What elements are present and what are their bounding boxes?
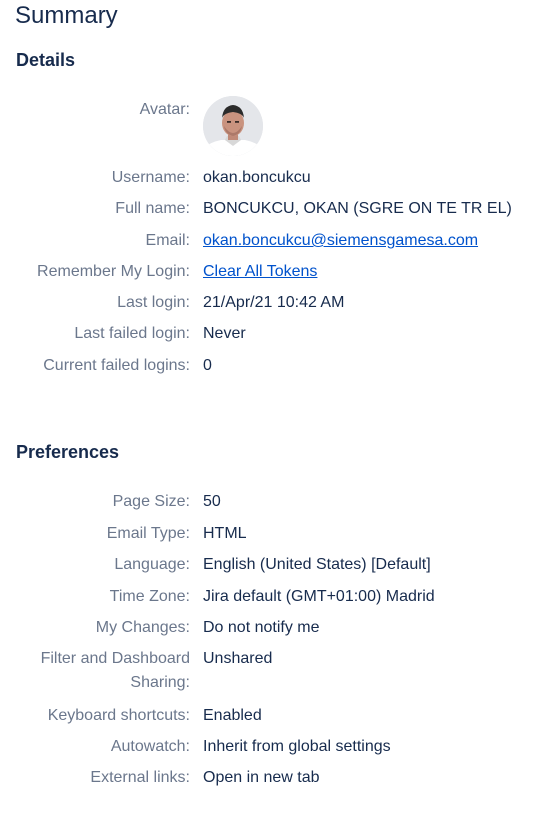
page-title: Summary [15,2,118,29]
autowatch-label: Autowatch: [110,738,190,755]
preferences-section-title: Preferences [16,442,120,462]
username-value: okan.boncukcu [203,169,311,186]
current-failed-logins-label: Current failed logins: [43,357,190,374]
last-failed-login-label: Last failed login: [74,325,190,342]
remember-login-value: Clear All Tokens [203,260,317,284]
my-changes-label: My Changes: [95,619,190,636]
time-zone-value: Jira default (GMT+01:00) Madrid [203,588,435,605]
clear-all-tokens-link[interactable]: Clear All Tokens [203,263,317,280]
last-login-label: Last login: [117,294,190,311]
email-type-value: HTML [203,525,247,542]
avatar-label: Avatar: [139,101,190,118]
page-size-label: Page Size: [112,493,190,510]
autowatch-value: Inherit from global settings [203,738,391,755]
remember-login-label: Remember My Login: [37,263,190,280]
last-login-value: 21/Apr/21 10:42 AM [203,294,345,311]
avatar[interactable] [203,96,263,156]
keyboard-shortcuts-label: Keyboard shortcuts: [47,707,190,724]
details-section-title: Details [16,50,76,70]
keyboard-shortcuts-value: Enabled [203,707,262,724]
filter-dashboard-sharing-label: Filter and Dashboard Sharing: [40,650,190,691]
my-changes-value: Do not notify me [203,619,320,636]
page-size-value: 50 [203,493,221,510]
filter-dashboard-sharing-value: Unshared [203,650,273,667]
full-name-value: BONCUKCU, OKAN (SGRE ON TE TR EL) [203,200,512,217]
external-links-value: Open in new tab [203,769,320,786]
full-name-label: Full name: [115,200,190,217]
last-failed-login-value: Never [203,325,246,342]
email-value: okan.boncukcu@siemensgamesa.com [203,229,478,253]
language-label: Language: [114,556,190,573]
username-label: Username: [111,169,190,186]
email-label: Email: [145,232,190,249]
external-links-label: External links: [90,769,190,786]
email-type-label: Email Type: [106,525,190,542]
current-failed-logins-value: 0 [203,357,212,374]
language-value: English (United States) [Default] [203,556,431,573]
email-link[interactable]: okan.boncukcu@siemensgamesa.com [203,232,478,249]
avatar-image [203,96,263,156]
time-zone-label: Time Zone: [109,588,190,605]
